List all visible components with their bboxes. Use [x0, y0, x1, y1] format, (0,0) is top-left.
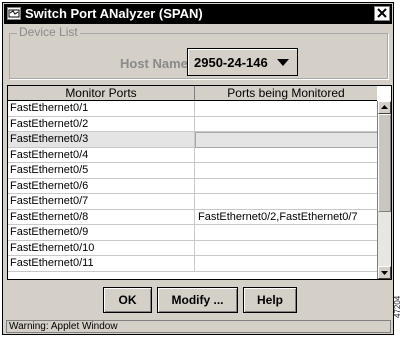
cell-monitor-port[interactable]: FastEthernet0/10 [8, 240, 195, 256]
status-text: Warning: Applet Window [9, 321, 118, 332]
scroll-thumb[interactable] [378, 114, 391, 212]
modify-button[interactable]: Modify ... [157, 287, 238, 313]
cell-ports-monitored[interactable] [195, 194, 379, 210]
header-monitor-ports[interactable]: Monitor Ports [8, 86, 195, 100]
cell-monitor-port[interactable]: FastEthernet0/3 [8, 132, 195, 148]
cell-monitor-port[interactable]: FastEthernet0/7 [8, 194, 195, 210]
table-header: Monitor Ports Ports being Monitored [8, 86, 377, 101]
cell-ports-monitored[interactable] [195, 241, 379, 256]
table-row[interactable]: FastEthernet0/5 [8, 163, 379, 179]
cell-ports-monitored[interactable] [195, 163, 379, 179]
cell-monitor-port[interactable]: FastEthernet0/9 [8, 225, 195, 241]
scroll-up-icon [381, 105, 388, 109]
table-row[interactable]: FastEthernet0/8 FastEthernet0/2,FastEther… [8, 209, 379, 225]
cell-monitor-port[interactable]: FastEthernet0/8 [8, 209, 195, 225]
scroll-down-button[interactable] [378, 266, 391, 279]
table-body: FastEthernet0/1 FastEthernet0/2 FastEthern… [8, 101, 379, 279]
cell-monitor-port[interactable]: FastEthernet0/6 [8, 178, 195, 194]
device-list-legend: Device List [17, 25, 80, 39]
scroll-up-button[interactable] [378, 101, 391, 114]
window-title: Switch Port ANalyzer (SPAN) [25, 6, 203, 21]
close-button[interactable] [374, 6, 390, 21]
app-icon[interactable] [7, 7, 21, 20]
cell-ports-monitored[interactable]: FastEthernet0/2,FastEthernet0/7 [195, 210, 379, 225]
table-row[interactable]: FastEthernet0/3 [8, 132, 379, 148]
scroll-down-icon [381, 271, 388, 275]
table-row[interactable]: FastEthernet0/6 [8, 178, 379, 194]
cell-ports-monitored[interactable] [195, 256, 379, 272]
figure-id: 47204 [393, 295, 402, 318]
cell-ports-monitored[interactable] [195, 148, 379, 163]
vertical-scrollbar[interactable] [377, 101, 391, 279]
span-table: Monitor Ports Ports being Monitored Fast… [7, 85, 392, 280]
cell-monitor-port[interactable]: FastEthernet0/2 [8, 116, 195, 132]
help-button[interactable]: Help [243, 287, 297, 313]
table-row[interactable]: FastEthernet0/2 [8, 116, 379, 132]
cell-monitor-port[interactable]: FastEthernet0/5 [8, 163, 195, 179]
table-row[interactable]: FastEthernet0/10 [8, 240, 379, 256]
cell-monitor-port[interactable]: FastEthernet0/11 [8, 256, 195, 272]
table-row[interactable]: FastEthernet0/7 [8, 194, 379, 210]
host-name-select[interactable]: 2950-24-146 [187, 48, 298, 76]
close-icon [377, 8, 387, 18]
dropdown-arrow-icon [277, 59, 289, 66]
cell-monitor-port[interactable]: FastEthernet0/1 [8, 101, 195, 117]
span-window: Switch Port ANalyzer (SPAN) Device List … [2, 2, 394, 335]
cell-monitor-port[interactable]: FastEthernet0/4 [8, 147, 195, 163]
table-row[interactable]: FastEthernet0/11 [8, 256, 379, 272]
title-bar[interactable]: Switch Port ANalyzer (SPAN) [4, 4, 392, 24]
ok-button[interactable]: OK [103, 287, 152, 313]
cell-ports-monitored[interactable] [195, 179, 379, 194]
host-name-label: Host Name: [120, 56, 193, 71]
status-bar: Warning: Applet Window [6, 320, 391, 333]
cell-ports-monitored[interactable] [195, 132, 379, 148]
cell-ports-monitored[interactable] [195, 225, 379, 241]
cell-ports-monitored[interactable] [195, 117, 379, 132]
host-name-value: 2950-24-146 [194, 55, 268, 70]
table-row[interactable]: FastEthernet0/1 [8, 101, 379, 117]
table-row[interactable]: FastEthernet0/9 [8, 225, 379, 241]
device-list-group: Device List Host Name: 2950-24-146 [9, 25, 388, 79]
cell-ports-monitored[interactable] [195, 101, 379, 117]
table-row[interactable]: FastEthernet0/4 [8, 147, 379, 163]
header-ports-monitored[interactable]: Ports being Monitored [195, 86, 377, 100]
